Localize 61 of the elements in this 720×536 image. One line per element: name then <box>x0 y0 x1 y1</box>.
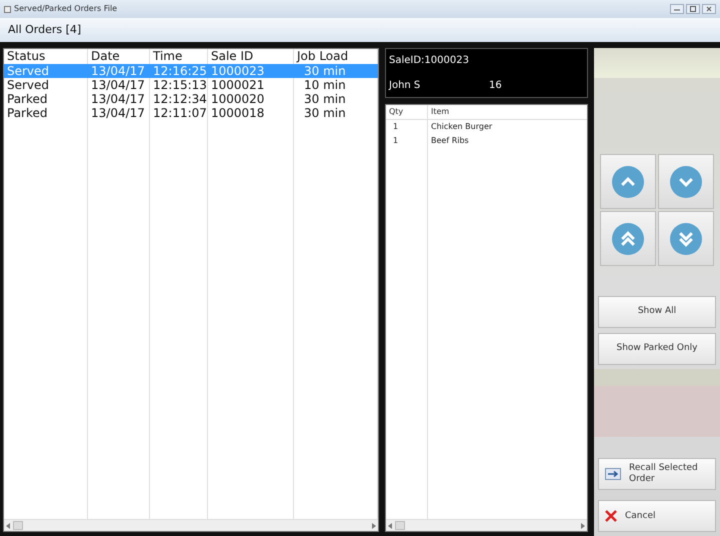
scroll-left-icon[interactable] <box>6 522 11 528</box>
table-cell-text: 13/04/17 <box>90 106 146 120</box>
close-icon <box>605 510 617 522</box>
close-icon[interactable] <box>702 4 716 14</box>
app-icon <box>4 6 11 12</box>
table-cell-text: 12:15:13 <box>152 78 208 92</box>
table-cell-text: 1 <box>392 121 400 133</box>
column-header[interactable]: Date <box>88 49 150 64</box>
cancel-button[interactable]: Cancel <box>598 500 716 532</box>
table-cell-text: Parked <box>6 106 49 120</box>
scroll-button[interactable] <box>658 154 714 209</box>
column-header[interactable]: Status <box>4 49 88 64</box>
column-header[interactable]: Sale ID <box>208 49 294 64</box>
table-cell-text: 13/04/17 <box>90 64 146 78</box>
window-title: Served/Parked Orders File <box>14 3 118 15</box>
table-cell-text: 10 min <box>303 78 347 92</box>
scroll-button[interactable] <box>600 211 656 266</box>
recall-button[interactable]: Recall Selected Order <box>598 458 716 490</box>
scrollbar-thumb[interactable] <box>13 521 23 530</box>
table-cell-text: Served <box>6 78 50 92</box>
order-row[interactable]: Parked 13/04/17 12:12:34 1000020 30 min <box>4 92 378 106</box>
arrow-icon <box>605 468 621 480</box>
column-header[interactable]: Job Load <box>294 49 378 64</box>
table-number: 16 <box>489 79 502 93</box>
table-cell-text: 1000021 <box>210 78 266 92</box>
table-cell-text: Beef Ribs <box>430 135 470 147</box>
filter-button[interactable]: Show All <box>598 296 716 328</box>
table-cell-text: 12:16:25 <box>152 64 208 78</box>
scroll-button[interactable] <box>658 211 714 266</box>
order-row[interactable]: Parked 13/04/17 12:11:07 1000018 30 min <box>4 106 378 120</box>
table-cell-text: Served <box>6 64 50 78</box>
table-cell-text: 1 <box>392 135 400 147</box>
scroll-button[interactable] <box>600 154 656 209</box>
table-cell-text: Chicken Burger <box>430 121 494 133</box>
table-cell-text: 13/04/17 <box>90 92 146 106</box>
minimize-icon[interactable] <box>670 4 684 14</box>
scroll-right-icon[interactable] <box>580 522 585 528</box>
table-cell-text: 30 min <box>303 64 347 78</box>
order-row[interactable]: Served 13/04/17 12:15:13 1000021 10 min <box>4 78 378 92</box>
scroll-left-icon[interactable] <box>388 522 393 528</box>
table-cell-text: 1000020 <box>210 92 266 106</box>
horizontal-scrollbar[interactable] <box>386 519 587 531</box>
column-header[interactable]: Time <box>150 49 208 64</box>
scroll-right-icon[interactable] <box>371 522 376 528</box>
table-cell-text: 30 min <box>303 106 347 120</box>
filter-button[interactable]: Show Parked Only <box>598 333 716 365</box>
table-cell-text: 12:12:34 <box>152 92 208 106</box>
table-cell-text: 12:11:07 <box>152 106 208 120</box>
table-cell-text: 1000018 <box>210 106 266 120</box>
horizontal-scrollbar[interactable] <box>4 519 378 531</box>
scrollbar-thumb[interactable] <box>395 521 405 530</box>
sale-id: SaleID:1000023 <box>389 54 470 68</box>
header-title: All Orders [4] <box>8 22 82 38</box>
customer-name: John S <box>389 79 422 93</box>
column-header[interactable]: Qty <box>386 105 428 119</box>
maximize-icon[interactable] <box>686 4 700 14</box>
table-cell-text: Parked <box>6 92 49 106</box>
column-header[interactable]: Item <box>428 105 587 119</box>
table-cell-text: 30 min <box>303 92 347 106</box>
table-cell-text: 13/04/17 <box>90 78 146 92</box>
table-cell-text: 1000023 <box>210 64 266 78</box>
